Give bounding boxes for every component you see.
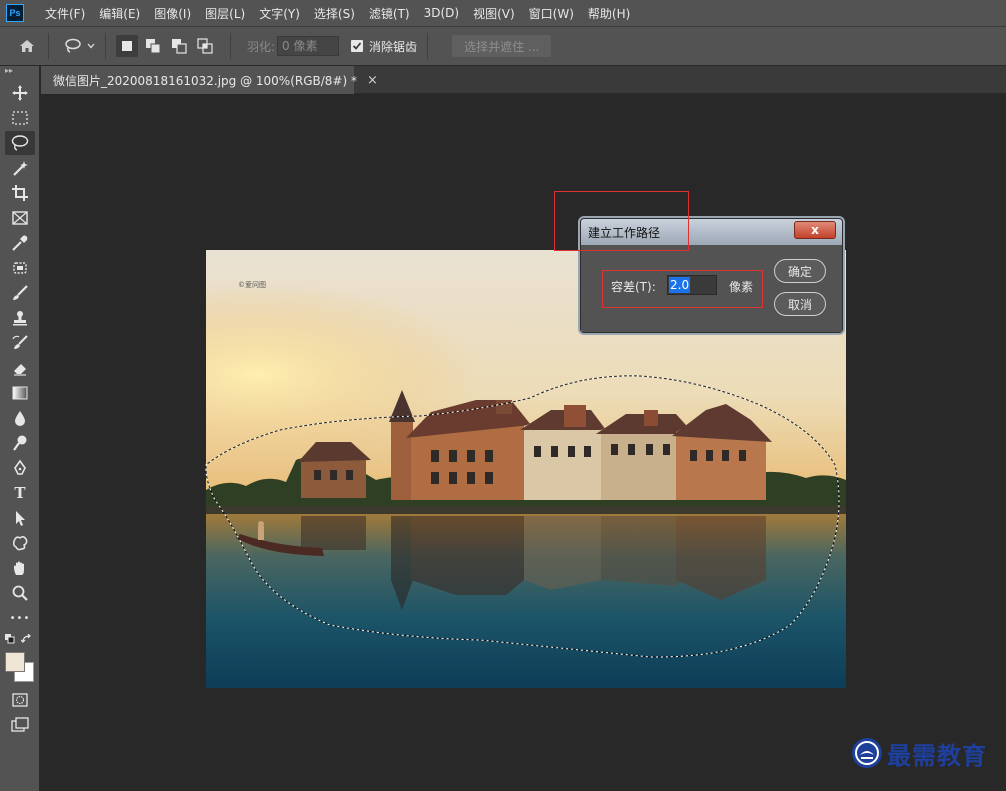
dialog-close-button[interactable]: x [794, 221, 836, 239]
brand-name: 最需教育 [887, 741, 987, 770]
brand-watermark: 最需教育 [851, 737, 987, 770]
brand-logo-icon [852, 738, 882, 768]
annotation-box-tolerance [602, 270, 763, 308]
ok-button[interactable]: 确定 [774, 259, 826, 283]
annotation-box-title [554, 191, 689, 251]
lasso-selection-outline [205, 375, 840, 658]
cancel-button[interactable]: 取消 [774, 292, 826, 316]
